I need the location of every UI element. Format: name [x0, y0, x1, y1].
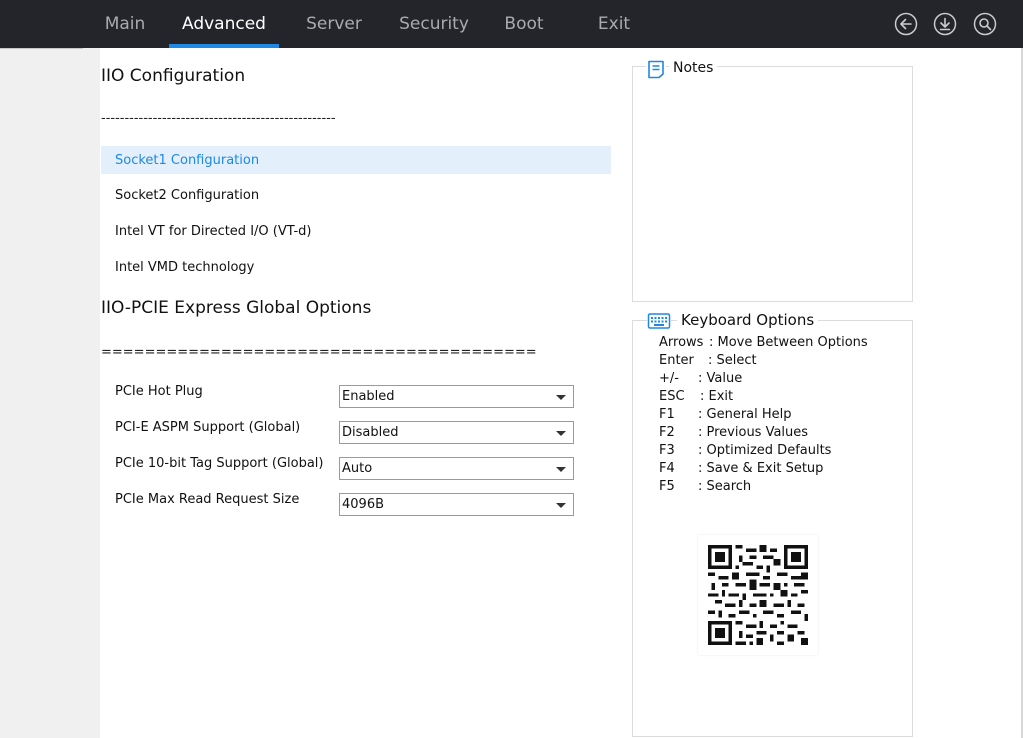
tab-server[interactable]: Server [296, 0, 372, 48]
notes-panel [632, 66, 913, 302]
keyboard-icon [647, 311, 671, 331]
kb-line-arrows: Arrows: Move Between Options [659, 335, 868, 350]
menu-item-vmd[interactable]: Intel VMD technology [101, 253, 611, 281]
kb-line-enter: Enter: Select [659, 353, 757, 368]
kb-line-f3: F3: Optimized Defaults [659, 443, 832, 458]
left-strip [0, 48, 100, 738]
divider-line: ----------------------------------------… [101, 111, 336, 126]
10bit-tag-select[interactable]: Auto [339, 457, 574, 480]
aspm-select[interactable]: Disabled [339, 421, 574, 444]
chevron-down-icon [556, 503, 566, 508]
notes-icon [646, 59, 666, 79]
menu-item-socket1[interactable]: Socket1 Configuration [101, 146, 611, 174]
kb-line-f1: F1: General Help [659, 407, 792, 422]
qr-code-image [698, 535, 818, 655]
option-label-10bit-tag: PCIe 10-bit Tag Support (Global) [115, 456, 324, 471]
search-icon[interactable] [973, 12, 997, 36]
keyboard-title: Keyboard Options [677, 311, 819, 329]
menu-item-socket2[interactable]: Socket2 Configuration [101, 181, 611, 209]
tab-security[interactable]: Security [390, 0, 478, 48]
section-title-pcie: IIO-PCIE Express Global Options [101, 298, 372, 318]
tab-main[interactable]: Main [90, 0, 160, 48]
kb-line-f5: F5: Search [659, 479, 752, 494]
kb-line-value: +/-: Value [659, 371, 743, 386]
download-icon[interactable] [933, 12, 957, 36]
tab-exit[interactable]: Exit [588, 0, 640, 48]
tab-advanced[interactable]: Advanced [169, 0, 279, 48]
aspm-value: Disabled [342, 425, 399, 440]
menu-item-vt-d[interactable]: Intel VT for Directed I/O (VT-d) [101, 217, 611, 245]
divider-double-line: ======================================== [101, 345, 537, 360]
back-arrow-icon[interactable] [894, 12, 918, 36]
top-menu-bar: Main Advanced Server Security Boot Exit [0, 0, 1023, 48]
option-label-aspm: PCI-E ASPM Support (Global) [115, 420, 301, 435]
chevron-down-icon [556, 395, 566, 400]
max-read-value: 4096B [342, 497, 385, 512]
kb-line-esc: ESC: Exit [659, 389, 734, 404]
option-label-max-read: PCIe Max Read Request Size [115, 492, 300, 507]
hot-plug-value: Enabled [342, 389, 395, 404]
max-read-select[interactable]: 4096B [339, 493, 574, 516]
kb-line-f2: F2: Previous Values [659, 425, 809, 440]
kb-line-f4: F4: Save & Exit Setup [659, 461, 824, 476]
chevron-down-icon [556, 431, 566, 436]
10bit-tag-value: Auto [342, 461, 373, 476]
chevron-down-icon [556, 467, 566, 472]
page-title: IIO Configuration [101, 66, 246, 86]
hot-plug-select[interactable]: Enabled [339, 385, 574, 408]
tab-boot[interactable]: Boot [494, 0, 554, 48]
notes-title: Notes [669, 60, 718, 76]
option-label-hot-plug: PCIe Hot Plug [115, 384, 203, 399]
